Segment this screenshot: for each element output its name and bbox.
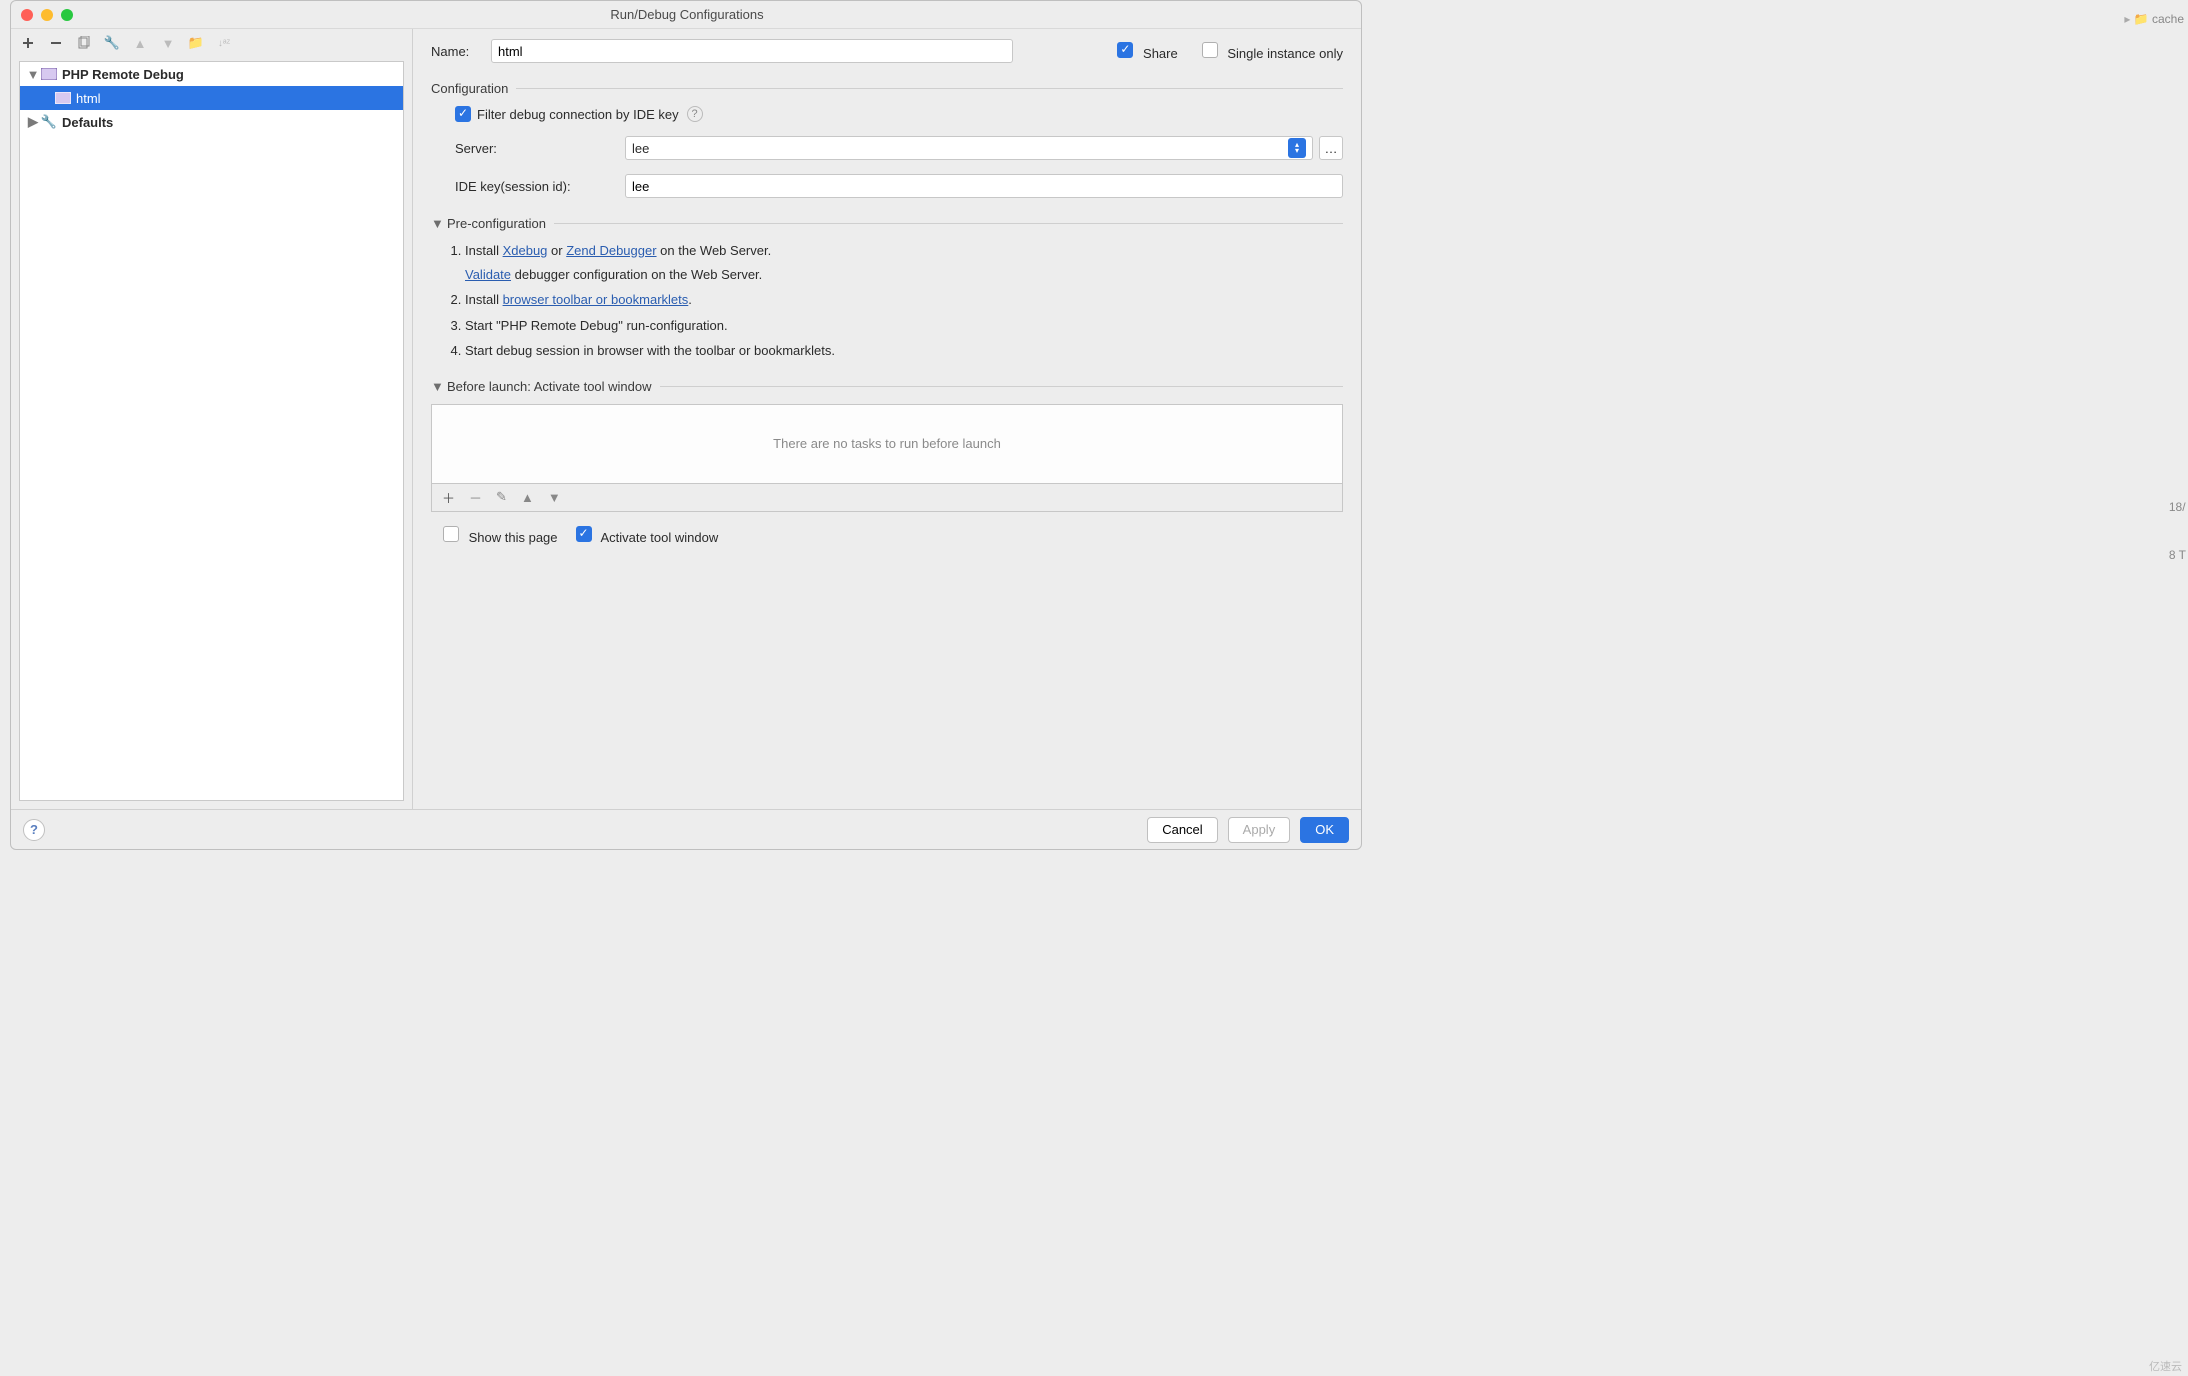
preconfig-step-2: Install browser toolbar or bookmarklets. <box>465 290 1343 310</box>
window-controls <box>21 9 73 21</box>
preconfig-list: Install Xdebug or Zend Debugger on the W… <box>431 241 1343 361</box>
tree-node-php-remote-debug[interactable]: ▼ PHP Remote Debug <box>20 62 403 86</box>
server-select[interactable]: lee ▴▾ <box>625 136 1313 160</box>
ok-button[interactable]: OK <box>1300 817 1349 843</box>
edit-task-button[interactable]: ✎ <box>496 489 507 505</box>
remove-config-button[interactable] <box>47 34 65 52</box>
expand-icon: ▼ <box>26 67 40 82</box>
move-down-button[interactable]: ▼ <box>159 34 177 52</box>
titlebar: Run/Debug Configurations <box>11 1 1361 29</box>
filter-checkbox[interactable] <box>455 106 471 122</box>
tree-node-html[interactable]: html <box>20 86 403 110</box>
ide-key-input[interactable] <box>625 174 1343 198</box>
wrench-icon: 🔧 <box>40 114 58 130</box>
no-tasks-label: There are no tasks to run before launch <box>773 436 1001 451</box>
help-button[interactable]: ? <box>23 819 45 841</box>
tree-label: Defaults <box>62 115 113 130</box>
zoom-window-button[interactable] <box>61 9 73 21</box>
before-launch-tasks-box: There are no tasks to run before launch <box>431 404 1343 484</box>
folder-button[interactable]: 📁 <box>187 34 205 52</box>
name-label: Name: <box>431 44 491 59</box>
copy-config-button[interactable] <box>75 34 93 52</box>
validate-link[interactable]: Validate <box>465 267 511 282</box>
preconfig-step-3: Start "PHP Remote Debug" run-configurati… <box>465 316 1343 336</box>
preconfig-section-header[interactable]: ▼ Pre-configuration <box>431 216 1343 231</box>
select-arrows-icon: ▴▾ <box>1288 138 1306 158</box>
background-fragment: 18/ 8 T <box>2169 500 2186 562</box>
before-launch-section-header[interactable]: ▼ Before launch: Activate tool window <box>431 379 1343 394</box>
single-instance-checkbox[interactable] <box>1202 42 1218 58</box>
server-label: Server: <box>455 141 625 156</box>
preconfig-step-1: Install Xdebug or Zend Debugger on the W… <box>465 241 1343 284</box>
right-panel: Name: Share Single instance only Configu… <box>413 29 1361 809</box>
add-task-button[interactable]: ＋ <box>442 488 455 507</box>
background-folder-cache: ▸ 📁 cache <box>2124 12 2184 26</box>
run-debug-dialog: Run/Debug Configurations 🔧 ▲ ▼ 📁 ↓ᵃᶻ ▼ P… <box>10 0 1362 850</box>
browser-toolbar-link[interactable]: browser toolbar or bookmarklets <box>503 292 689 307</box>
help-icon[interactable]: ? <box>687 106 703 122</box>
apply-button[interactable]: Apply <box>1228 817 1291 843</box>
close-window-button[interactable] <box>21 9 33 21</box>
minimize-window-button[interactable] <box>41 9 53 21</box>
preconfig-step-4: Start debug session in browser with the … <box>465 341 1343 361</box>
remove-task-button[interactable]: － <box>469 488 482 507</box>
server-browse-button[interactable]: … <box>1319 136 1343 160</box>
xdebug-link[interactable]: Xdebug <box>503 243 548 258</box>
add-config-button[interactable] <box>19 34 37 52</box>
single-instance-checkbox-label[interactable]: Single instance only <box>1202 42 1343 61</box>
name-input[interactable] <box>491 39 1013 63</box>
caret-down-icon: ▼ <box>431 379 443 394</box>
php-icon <box>54 90 72 106</box>
left-panel: 🔧 ▲ ▼ 📁 ↓ᵃᶻ ▼ PHP Remote Debug html <box>11 29 413 809</box>
watermark: 亿速云 <box>2149 1358 2182 1374</box>
activate-tool-checkbox-label[interactable]: Activate tool window <box>576 526 719 545</box>
config-tree[interactable]: ▼ PHP Remote Debug html ▶ 🔧 Defaults <box>19 61 404 801</box>
filter-label: Filter debug connection by IDE key <box>477 107 679 122</box>
php-icon <box>40 66 58 82</box>
move-task-up-button[interactable]: ▲ <box>521 490 534 505</box>
share-checkbox[interactable] <box>1117 42 1133 58</box>
show-page-checkbox[interactable] <box>443 526 459 542</box>
activate-tool-checkbox[interactable] <box>576 526 592 542</box>
dialog-title: Run/Debug Configurations <box>73 7 1301 22</box>
share-checkbox-label[interactable]: Share <box>1117 42 1177 61</box>
settings-config-button[interactable]: 🔧 <box>103 34 121 52</box>
ide-key-label: IDE key(session id): <box>455 179 625 194</box>
sort-button[interactable]: ↓ᵃᶻ <box>215 34 233 52</box>
config-toolbar: 🔧 ▲ ▼ 📁 ↓ᵃᶻ <box>11 29 412 57</box>
cancel-button[interactable]: Cancel <box>1147 817 1217 843</box>
server-value: lee <box>632 141 649 156</box>
tree-label: html <box>76 91 101 106</box>
dialog-footer: ? Cancel Apply OK <box>11 809 1361 849</box>
tree-node-defaults[interactable]: ▶ 🔧 Defaults <box>20 110 403 134</box>
show-page-checkbox-label[interactable]: Show this page <box>443 526 558 545</box>
before-launch-toolbar: ＋ － ✎ ▲ ▼ <box>431 484 1343 512</box>
collapse-icon: ▶ <box>26 114 40 130</box>
move-task-down-button[interactable]: ▼ <box>548 490 561 505</box>
configuration-section-header: Configuration <box>431 81 1343 96</box>
caret-down-icon: ▼ <box>431 216 443 231</box>
tree-label: PHP Remote Debug <box>62 67 184 82</box>
move-up-button[interactable]: ▲ <box>131 34 149 52</box>
zend-debugger-link[interactable]: Zend Debugger <box>566 243 656 258</box>
